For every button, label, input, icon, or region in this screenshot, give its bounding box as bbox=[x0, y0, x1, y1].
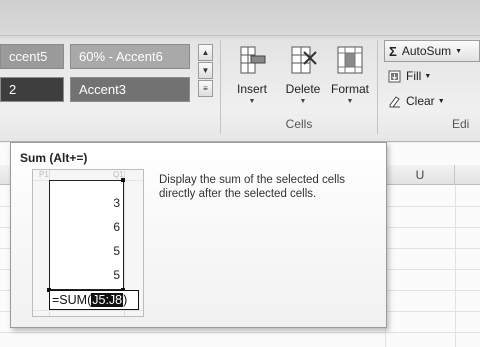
formula-range-ref: J5:J8 bbox=[91, 293, 124, 307]
cell-style-label: 60% - Accent6 bbox=[79, 49, 163, 64]
ribbon-tab-strip bbox=[0, 0, 480, 36]
chevron-down-icon: ▼ bbox=[248, 98, 256, 105]
scroll-down-icon: ▼ bbox=[201, 66, 210, 75]
clear-button[interactable]: Clear ▼ bbox=[388, 91, 445, 111]
cell-style-label: 2 bbox=[9, 82, 17, 97]
delete-cells-button[interactable]: Delete ▼ bbox=[280, 40, 326, 120]
preview-cell-value: 6 bbox=[113, 220, 120, 234]
fill-down-icon bbox=[388, 70, 401, 82]
format-cells-button[interactable]: Format ▼ bbox=[326, 40, 374, 120]
grid-row-line bbox=[0, 332, 480, 333]
scroll-up-icon: ▲ bbox=[201, 48, 210, 57]
format-label: Format bbox=[330, 82, 369, 96]
group-separator bbox=[377, 40, 378, 134]
grid-col-line bbox=[455, 185, 456, 347]
gallery-more-icon: ≡ bbox=[203, 84, 208, 93]
tooltip-description: Display the sum of the selected cells di… bbox=[159, 174, 346, 200]
gallery-scroll-down-button[interactable]: ▼ bbox=[198, 62, 213, 79]
preview-cell-value: 5 bbox=[113, 244, 120, 258]
sigma-icon: Σ bbox=[389, 43, 397, 59]
fill-button[interactable]: Fill ▼ bbox=[388, 66, 431, 86]
chevron-down-icon: ▼ bbox=[455, 47, 463, 55]
autosum-button[interactable]: Σ AutoSum ▼ bbox=[384, 40, 480, 62]
editing-group-label: Edi bbox=[452, 117, 470, 131]
gallery-more-button[interactable]: ≡ bbox=[198, 80, 213, 97]
insert-cells-button[interactable]: Insert ▼ bbox=[228, 40, 276, 120]
preview-column-label: P1 bbox=[39, 170, 49, 179]
preview-cell-value: 5 bbox=[113, 268, 120, 282]
cell-style-60-accent6[interactable]: 60% - Accent6 bbox=[70, 44, 190, 69]
insert-label: Insert bbox=[236, 82, 267, 96]
fill-label: Fill bbox=[406, 69, 422, 83]
tooltip-preview-image: P1 Q1 3 6 5 5 =SUM(J5:J8) bbox=[32, 169, 144, 317]
gallery-scroll-up-button[interactable]: ▲ bbox=[198, 44, 213, 61]
insert-cells-icon bbox=[240, 46, 266, 74]
format-cells-icon bbox=[337, 46, 363, 74]
delete-cells-icon bbox=[291, 46, 317, 74]
formula-suffix: ) bbox=[123, 293, 128, 307]
tooltip-title: Sum (Alt+=) bbox=[20, 151, 88, 165]
eraser-icon bbox=[389, 95, 400, 107]
cell-style-dark[interactable]: 2 bbox=[0, 77, 64, 102]
delete-label: Delete bbox=[285, 82, 321, 96]
cell-style-label: ccent5 bbox=[9, 49, 48, 64]
cell-style-accent3[interactable]: Accent3 bbox=[70, 77, 190, 102]
chevron-down-icon: ▼ bbox=[346, 98, 354, 105]
column-header-u[interactable]: U bbox=[385, 165, 455, 185]
preview-grid-line bbox=[33, 310, 143, 311]
preview-sum-formula: =SUM(J5:J8) bbox=[49, 290, 139, 310]
clear-label: Clear bbox=[406, 94, 435, 108]
cells-group-label: Cells bbox=[285, 117, 313, 131]
cell-style-label: Accent3 bbox=[79, 82, 126, 97]
autosum-label: AutoSum bbox=[401, 44, 452, 58]
selection-handle bbox=[121, 178, 125, 182]
group-separator bbox=[220, 40, 221, 134]
preview-cell-value: 3 bbox=[113, 196, 120, 210]
autosum-tooltip: Sum (Alt+=) P1 Q1 3 6 5 5 =SUM(J5:J8) Di… bbox=[10, 142, 387, 328]
formula-prefix: =SUM( bbox=[52, 293, 92, 307]
chevron-down-icon: ▼ bbox=[437, 97, 445, 105]
chevron-down-icon: ▼ bbox=[424, 72, 432, 80]
chevron-down-icon: ▼ bbox=[299, 98, 307, 105]
cell-style-accent5[interactable]: ccent5 bbox=[0, 44, 64, 69]
